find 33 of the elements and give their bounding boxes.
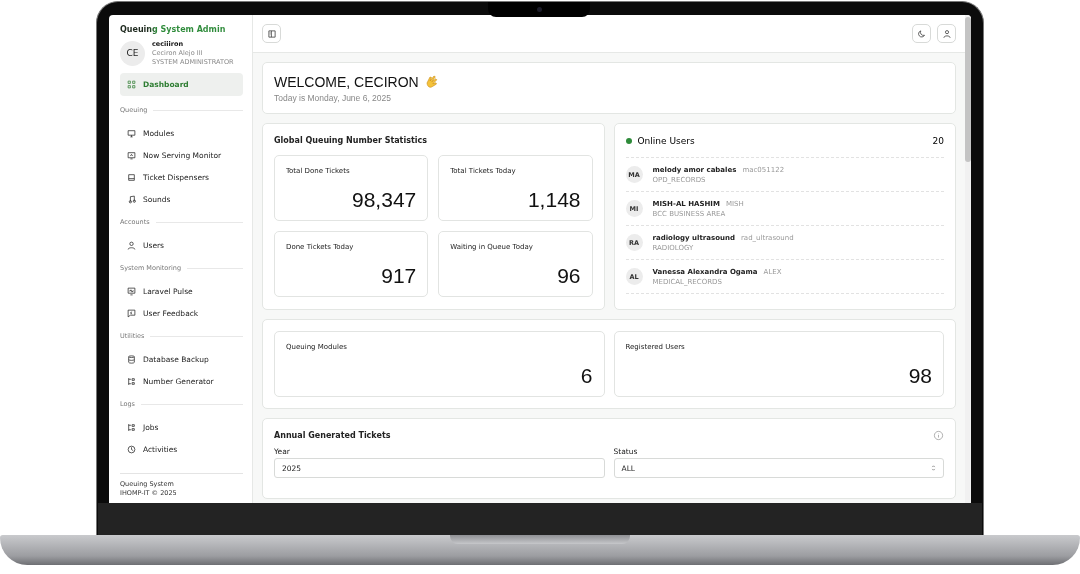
sidebar-toggle-button[interactable]: [262, 24, 281, 43]
user-menu-button[interactable]: [937, 24, 956, 43]
online-count: 20: [932, 136, 944, 146]
menu-item-icon: [127, 194, 136, 204]
menu-item-icon: [127, 354, 136, 364]
stat-value: 6: [579, 364, 593, 388]
date-text: Today is Monday, June 6, 2025: [274, 93, 393, 103]
menu-item-icon: [127, 444, 136, 454]
menu-item-icon: [127, 80, 136, 89]
stat-value: 1,148: [526, 188, 581, 212]
info-icon[interactable]: [933, 430, 944, 441]
menu-item-icon: [127, 240, 136, 250]
user-avatar: CE: [120, 40, 145, 66]
menu-item-icon: [127, 150, 136, 160]
stat-value: 98,347: [351, 188, 417, 212]
welcome-heading: WELCOME, CECIRON: [274, 74, 419, 90]
chevron-icon: [931, 464, 936, 472]
menu-item-icon: [127, 286, 136, 296]
card-title: Global Queuing Number Statistics: [274, 136, 428, 145]
stat-value: 96: [556, 264, 581, 288]
menu-item-icon: [127, 128, 136, 138]
menu-item-icon: [127, 172, 136, 182]
stat-value: 917: [380, 264, 417, 288]
card-title: Online Users: [637, 136, 696, 146]
menu-item-icon: [127, 376, 136, 386]
theme-toggle-button[interactable]: [912, 24, 931, 43]
user-icon: [941, 28, 952, 39]
stat-value: 98: [907, 364, 932, 388]
sidebar-icon: [266, 28, 277, 39]
menu-item-icon: [127, 422, 136, 432]
menu-item-icon: [127, 308, 136, 318]
moon-icon: [916, 28, 927, 39]
card-title: Annual Generated Tickets: [274, 431, 391, 440]
